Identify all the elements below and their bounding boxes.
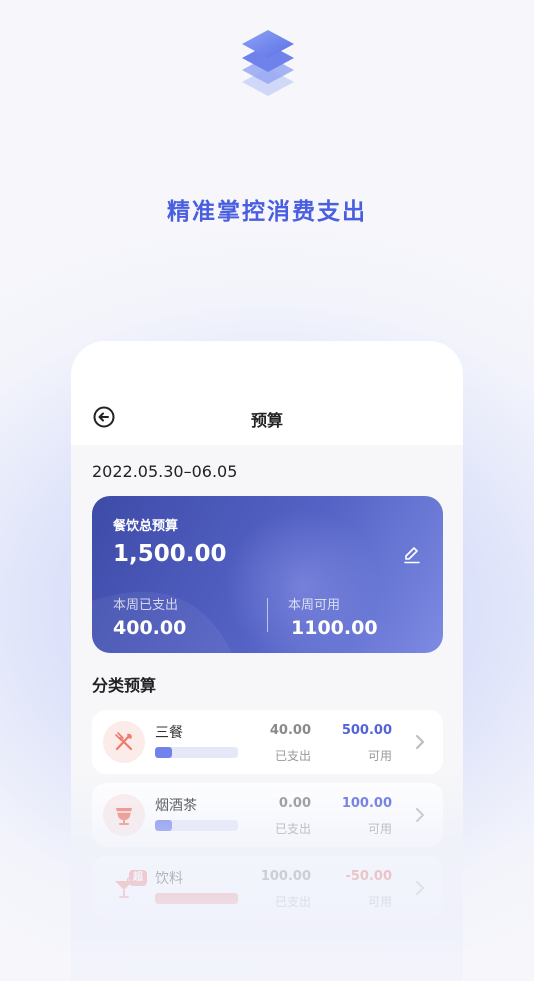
category-spent-label: 已支出 bbox=[274, 895, 311, 909]
category-spent-label: 已支出 bbox=[274, 822, 311, 836]
chevron-right-icon bbox=[416, 735, 424, 749]
fork-knife-icon bbox=[115, 732, 133, 751]
category-icon bbox=[103, 721, 145, 763]
category-available: -50.00 bbox=[345, 869, 392, 884]
tea-cup-icon bbox=[116, 808, 132, 825]
app-logo-icon bbox=[242, 30, 294, 96]
headline: 精准掌控消费支出 bbox=[167, 199, 367, 225]
category-available-label: 可用 bbox=[367, 749, 392, 763]
progress-fill bbox=[155, 893, 238, 904]
category-icon: 超 bbox=[103, 867, 147, 909]
progress-fill bbox=[155, 747, 172, 758]
category-available: 100.00 bbox=[341, 796, 392, 811]
category-available-label: 可用 bbox=[367, 895, 392, 909]
category-available: 500.00 bbox=[341, 723, 392, 738]
available-value: 1100.00 bbox=[291, 617, 378, 639]
category-spent-label: 已支出 bbox=[274, 749, 311, 763]
category-progress-bar bbox=[155, 820, 238, 831]
section-title: 分类预算 bbox=[92, 676, 157, 695]
date-range[interactable]: 2022.05.30–06.05 bbox=[92, 462, 237, 481]
category-name: 烟酒茶 bbox=[155, 798, 197, 814]
card-divider bbox=[267, 598, 268, 632]
chevron-right-icon bbox=[416, 881, 424, 895]
category-progress-bar bbox=[155, 747, 238, 758]
chevron-right-icon bbox=[416, 808, 424, 822]
progress-fill bbox=[155, 820, 172, 831]
category-progress-bar bbox=[155, 893, 238, 904]
spent-label: 本周已支出 bbox=[113, 598, 179, 613]
category-spent: 100.00 bbox=[260, 869, 311, 884]
available-label: 本周可用 bbox=[288, 598, 341, 613]
spent-value: 400.00 bbox=[113, 617, 187, 639]
page-title: 预算 bbox=[250, 411, 283, 430]
total-budget-card: 餐饮总预算 1,500.00 本周已支出 400.00 本周可用 1100.00 bbox=[92, 496, 443, 653]
category-spent: 40.00 bbox=[269, 723, 311, 738]
category-available-label: 可用 bbox=[367, 822, 392, 836]
category-name: 饮料 bbox=[155, 871, 183, 887]
budget-total: 1,500.00 bbox=[113, 541, 227, 567]
category-name: 三餐 bbox=[155, 725, 183, 741]
category-row[interactable]: 三餐 40.00 已支出 500.00 可用 bbox=[92, 710, 443, 774]
over-budget-badge: 超 bbox=[129, 870, 147, 886]
phone-mockup: 预算 2022.05.30–06.05 餐饮总预算 1,500.00 本周已支出… bbox=[71, 341, 463, 981]
edit-icon[interactable] bbox=[402, 545, 422, 565]
category-row[interactable]: 超 饮料 100.00 已支出 -50.00 可用 bbox=[92, 856, 443, 920]
budget-title: 餐饮总预算 bbox=[113, 519, 179, 534]
nav-bar: 预算 bbox=[71, 341, 463, 445]
category-spent: 0.00 bbox=[278, 796, 311, 811]
category-row[interactable]: 烟酒茶 0.00 已支出 100.00 可用 bbox=[92, 783, 443, 847]
category-icon bbox=[103, 794, 145, 836]
